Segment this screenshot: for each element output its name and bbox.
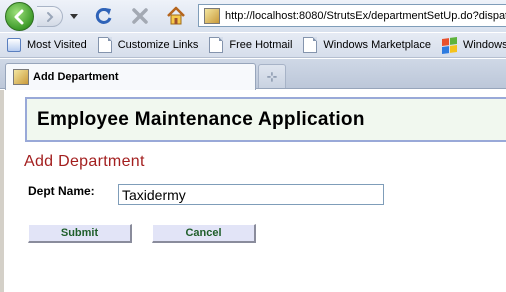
bookmark-free-hotmail[interactable]: Free Hotmail — [209, 37, 292, 53]
site-favicon-icon — [13, 69, 29, 85]
page-content: Employee Maintenance Application Add Dep… — [0, 90, 506, 292]
tab-strip: Add Department ⊹ — [0, 59, 506, 90]
back-button[interactable] — [5, 2, 34, 31]
bookmark-label: Customize Links — [117, 39, 199, 51]
new-tab-button[interactable]: ⊹ — [258, 64, 286, 88]
site-favicon-icon — [204, 7, 220, 24]
dept-name-input[interactable] — [118, 184, 384, 205]
address-bar[interactable]: http://localhost:8080/StrutsEx/departmen… — [198, 4, 506, 27]
reload-icon — [95, 7, 112, 24]
page-icon — [209, 37, 224, 53]
submit-button[interactable]: Submit — [28, 224, 132, 243]
app-title: Employee Maintenance Application — [37, 108, 365, 130]
forward-arrow-icon — [46, 11, 53, 22]
stop-button[interactable] — [128, 4, 152, 28]
navigation-toolbar: http://localhost:8080/StrutsEx/departmen… — [0, 0, 506, 32]
home-button[interactable] — [164, 4, 188, 28]
tab-add-department[interactable]: Add Department — [5, 63, 256, 90]
chevron-down-icon — [70, 13, 78, 19]
home-icon — [167, 6, 185, 25]
dept-name-label: Dept Name: — [28, 184, 95, 198]
bookmark-label: Free Hotmail — [229, 39, 293, 51]
new-tab-icon: ⊹ — [266, 68, 278, 84]
tab-title: Add Department — [33, 71, 119, 83]
stop-icon — [132, 8, 148, 24]
bookmark-windows-marketplace[interactable]: Windows Marketplace — [303, 37, 431, 53]
bookmark-label: Windows Media — [462, 39, 506, 51]
windows-logo-icon — [441, 36, 457, 54]
back-arrow-icon — [14, 9, 23, 24]
address-url: http://localhost:8080/StrutsEx/departmen… — [225, 9, 506, 22]
page-icon — [97, 37, 112, 53]
app-header: Employee Maintenance Application — [25, 97, 506, 142]
history-dropdown[interactable] — [67, 6, 81, 27]
bookmarks-toolbar: Most Visited Customize Links Free Hotmai… — [0, 33, 506, 58]
forward-button[interactable] — [37, 6, 63, 27]
page-icon — [303, 37, 318, 53]
reload-button[interactable] — [92, 4, 116, 28]
bookmark-customize-links[interactable]: Customize Links — [97, 37, 199, 53]
bookmark-windows-media[interactable]: Windows Media — [441, 36, 506, 54]
search-icon — [7, 38, 21, 52]
cancel-button[interactable]: Cancel — [152, 224, 256, 243]
bookmark-label: Windows Marketplace — [323, 39, 431, 51]
bookmark-most-visited[interactable]: Most Visited — [7, 38, 87, 52]
bookmark-label: Most Visited — [27, 39, 87, 51]
page-title: Add Department — [24, 153, 145, 170]
